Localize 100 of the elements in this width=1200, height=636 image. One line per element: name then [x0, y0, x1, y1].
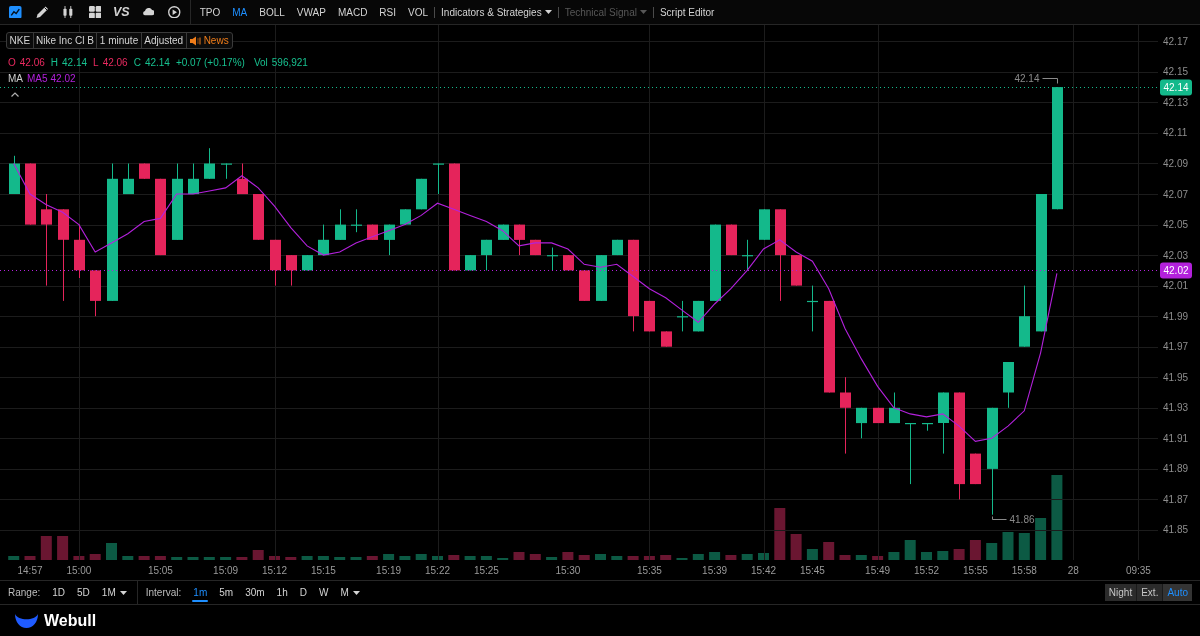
time-axis-label: 15:52	[914, 564, 939, 576]
indicator-name: MA	[8, 71, 23, 86]
candle	[302, 254, 313, 271]
session-toggle[interactable]: Auto	[1163, 584, 1192, 601]
news-link[interactable]: News	[185, 33, 232, 48]
pencil-icon[interactable]	[35, 5, 48, 19]
candle	[726, 224, 737, 256]
leader-line	[992, 516, 1007, 520]
volume-bar	[350, 557, 362, 560]
candle	[188, 163, 199, 195]
price-axis-label: 41.97	[1163, 341, 1189, 353]
candle	[204, 147, 215, 180]
candle	[74, 224, 85, 279]
play-circle-icon[interactable]	[168, 5, 181, 19]
company-name: Nike Inc Cl B	[32, 33, 97, 48]
candle	[367, 224, 378, 241]
vs-tool[interactable]: VS	[113, 5, 130, 19]
interval-option[interactable]: W	[312, 581, 335, 604]
line-chart-icon[interactable]	[9, 5, 22, 19]
volume-bar	[904, 540, 916, 560]
cloud-icon[interactable]	[141, 8, 155, 16]
range-option[interactable]: 1M	[95, 581, 133, 604]
interval-option[interactable]: 5m	[213, 581, 240, 604]
volume-bar	[660, 555, 672, 560]
brand-name: Webull	[44, 611, 97, 630]
ohlc-value: 42.14	[144, 55, 170, 70]
ma-value: 42.02	[50, 71, 76, 86]
volume-bar	[1002, 532, 1014, 560]
price-axis-label: 42.11	[1163, 127, 1188, 139]
interval-option[interactable]: D	[293, 581, 313, 604]
volume-bar	[953, 549, 965, 560]
price-axis-label: 41.95	[1163, 371, 1189, 383]
ohlc-value: 42.06	[102, 55, 128, 70]
indicator-toggle[interactable]: BOLL	[253, 4, 291, 20]
volume-bar	[73, 556, 85, 560]
high-price-label: 42.14	[1014, 73, 1040, 84]
session-toggle[interactable]: Night	[1104, 584, 1137, 601]
time-axis-label: 15:19	[376, 564, 402, 576]
volume-bar	[40, 536, 52, 560]
script-editor-link[interactable]: Script Editor	[653, 4, 721, 20]
grid-icon[interactable]	[88, 5, 101, 19]
indicator-toggle[interactable]: VOL	[402, 4, 435, 20]
volume-bar	[138, 556, 150, 560]
candle	[677, 300, 688, 332]
volume-bar	[627, 556, 639, 560]
indicator-toggle[interactable]: RSI	[373, 4, 403, 20]
interval-option[interactable]: M	[334, 581, 366, 604]
volume-bar	[692, 554, 704, 560]
time-axis-label: 09:35	[1125, 564, 1151, 576]
volume-bar	[89, 554, 101, 560]
chevron-up-icon[interactable]	[11, 92, 19, 97]
indicator-toggle[interactable]: VWAP	[290, 4, 332, 20]
volume-bar	[839, 555, 851, 560]
time-axis-label: 15:39	[702, 564, 728, 576]
candle	[351, 208, 362, 233]
candlestick-icon[interactable]	[63, 5, 74, 19]
candle	[791, 254, 802, 287]
time-axis-label: 15:55	[962, 564, 988, 576]
candle	[318, 224, 329, 256]
range-option[interactable]: 1D	[46, 581, 72, 604]
interval-option[interactable]: 30m	[239, 581, 271, 604]
time-axis-label: 15:05	[147, 564, 173, 576]
price-axis-label: 41.91	[1163, 432, 1189, 444]
candle	[335, 208, 346, 241]
time-axis-label: 15:49	[865, 564, 891, 576]
indicator-toggle[interactable]: TPO	[193, 4, 227, 20]
volume-label: Vol	[253, 55, 268, 70]
volume-bar	[236, 557, 248, 560]
price-axis-label: 42.07	[1163, 188, 1189, 200]
time-axis-label: 15:45	[799, 564, 825, 576]
time-axis-label: 14:57	[17, 564, 43, 576]
price-axis-label: 42.13	[1163, 96, 1189, 108]
candle	[547, 247, 558, 271]
range-option[interactable]: 5D	[71, 581, 96, 604]
time-axis-label: 15:25	[473, 564, 499, 576]
indicator-toggle[interactable]: MACD	[331, 4, 374, 20]
candle	[938, 392, 949, 455]
candle	[90, 269, 101, 317]
price-axis-label: 42.17	[1163, 35, 1189, 47]
volume-bar	[986, 543, 998, 560]
volume-bar	[432, 556, 443, 560]
indicator-toggle[interactable]: MA	[226, 4, 254, 20]
interval-label: 1 minute	[96, 33, 141, 48]
leader-line	[1042, 78, 1058, 84]
volume-value: 596,921	[271, 55, 308, 70]
volume-bar	[758, 553, 769, 560]
candle	[1003, 361, 1014, 409]
ohlc-value: 42.14	[62, 55, 88, 70]
candle	[253, 193, 264, 241]
volume-bar	[252, 550, 264, 560]
interval-option[interactable]: 1h	[270, 581, 294, 604]
indicators-menu[interactable]: Indicators & Strategies	[435, 4, 558, 20]
interval-option[interactable]: 1m	[187, 581, 214, 604]
volume-bar	[806, 549, 818, 560]
volume-bar	[415, 554, 427, 560]
session-toggle[interactable]: Ext.	[1137, 584, 1163, 601]
candle	[221, 163, 232, 180]
volume-bar	[546, 557, 558, 560]
volume-bar	[529, 554, 541, 560]
time-axis-label: 15:09	[213, 564, 239, 576]
